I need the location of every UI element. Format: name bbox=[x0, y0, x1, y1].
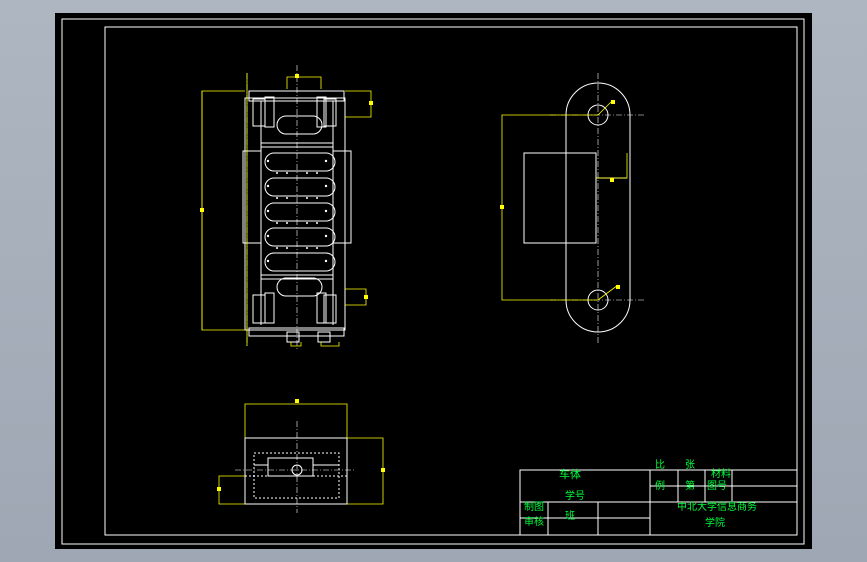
side-view bbox=[523, 82, 631, 333]
title-note-2: 班 bbox=[565, 511, 575, 522]
title-drawing-no: 图号 bbox=[707, 481, 727, 492]
title-school-line-1: 中北大学信息商务 bbox=[677, 502, 757, 513]
title-sheet-label-2: 第 bbox=[685, 481, 695, 492]
side-view-centerlines bbox=[550, 73, 646, 343]
title-school-line-2: 学院 bbox=[705, 518, 725, 529]
top-view-centerlines bbox=[235, 421, 355, 513]
title-part-name: 车体 bbox=[559, 468, 581, 481]
title-checked-label: 审核 bbox=[524, 517, 544, 528]
top-view-dimensions bbox=[218, 403, 384, 505]
front-view-dimension-ticks bbox=[200, 74, 373, 299]
cad-drawing[interactable] bbox=[55, 13, 812, 549]
front-view-dimensions bbox=[201, 73, 372, 347]
side-view-dimensions bbox=[501, 100, 628, 301]
cad-viewport[interactable]: 车体 学号 班 制图 审核 比 例 张 第 材料 图号 中北大学信息商务 学院 bbox=[55, 13, 812, 549]
top-view-dimension-ticks bbox=[217, 399, 385, 491]
title-sheet-label: 张 bbox=[685, 460, 695, 471]
side-view-dimension-ticks bbox=[500, 100, 620, 289]
title-scale-label: 比 bbox=[655, 460, 665, 471]
inner-border bbox=[104, 26, 798, 536]
title-scale-label-2: 例 bbox=[655, 481, 665, 492]
title-drawn-label: 制图 bbox=[524, 502, 544, 513]
title-note-1: 学号 bbox=[565, 491, 585, 502]
title-material-label: 材料 bbox=[711, 469, 731, 480]
top-view bbox=[244, 437, 348, 505]
front-view-centerlines bbox=[246, 65, 298, 349]
